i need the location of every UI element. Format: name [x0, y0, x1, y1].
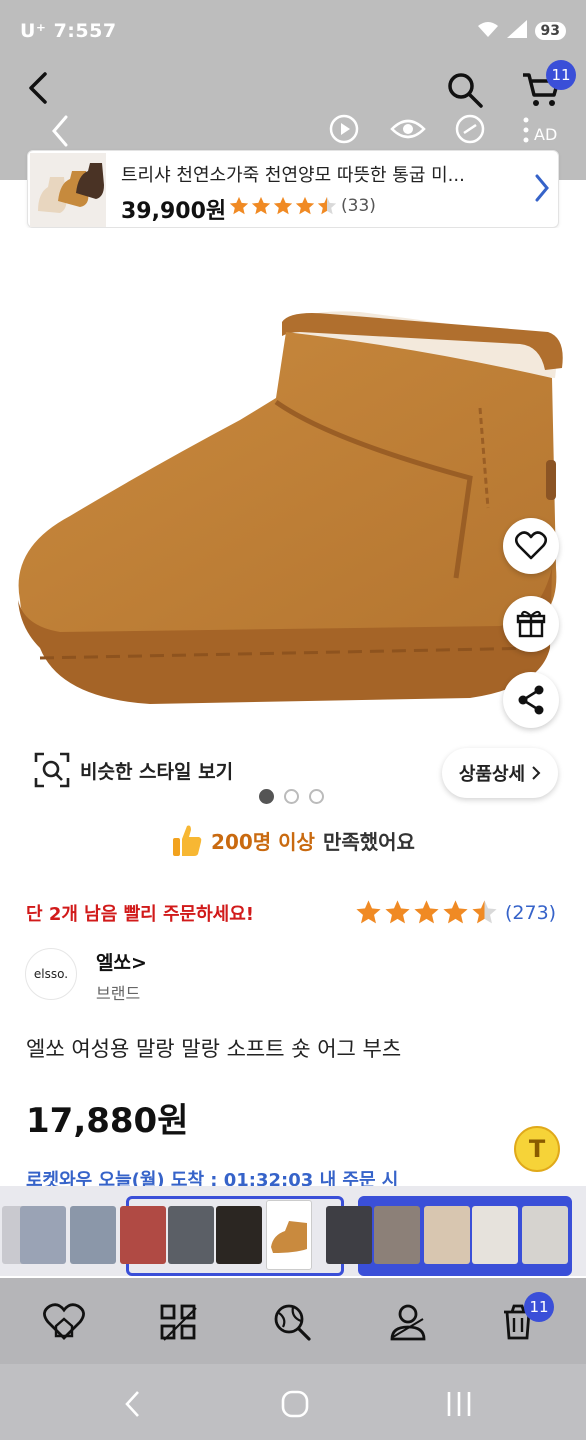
globe-search-icon [274, 1304, 311, 1341]
status-bar: U⁺ 7:557 93 [0, 0, 586, 60]
my-page-button[interactable] [386, 1300, 430, 1344]
refresh-play-icon[interactable] [327, 112, 361, 146]
gift-icon [516, 610, 546, 638]
related-product-card[interactable]: 트리샤 천연소가죽 천연양모 따뜻한 통굽 미... 39,900원 (33) [27, 150, 559, 228]
product-detail-label: 상품상세 [458, 764, 526, 785]
related-product-title: 트리샤 천연소가죽 천연양모 따뜻한 통굽 미... [121, 165, 465, 186]
trash-cart-button[interactable]: 11 [496, 1292, 554, 1344]
eye-icon[interactable] [388, 112, 428, 146]
nav-recents-icon[interactable] [437, 1382, 481, 1426]
heart-icon [515, 531, 547, 560]
recent-items-strip[interactable] [0, 1186, 586, 1276]
battery-indicator: 93 [534, 22, 566, 40]
product-image [18, 311, 563, 704]
product-image-carousel[interactable] [0, 228, 586, 788]
bottom-toolbar: 11 [0, 1278, 586, 1364]
wifi-icon [477, 20, 499, 42]
back-arrow-icon[interactable] [22, 72, 54, 104]
satisfaction-count: 200명 이상 [211, 829, 315, 854]
carousel-dot[interactable] [284, 789, 299, 804]
category-button[interactable] [156, 1300, 200, 1344]
similar-style-label: 비슷한 스타일 보기 [80, 760, 234, 783]
system-nav-bar [0, 1364, 586, 1440]
star-icon [317, 196, 337, 215]
translate-t-icon[interactable]: T [514, 1126, 560, 1172]
star-icon [295, 196, 315, 215]
strip-thumbnail[interactable] [522, 1206, 568, 1264]
overlay-back-icon[interactable] [48, 114, 72, 148]
signal-icon [506, 20, 527, 42]
star-icon [472, 900, 497, 924]
strip-thumbnail[interactable] [424, 1206, 470, 1264]
brand-logo[interactable]: elsso. [25, 948, 77, 1000]
carousel-dot[interactable] [309, 789, 324, 804]
app-screen: U⁺ 7:557 93 11 AD 트리샤 천연소가죽 천연양모 따뜻한 통굽 … [0, 0, 586, 1440]
nav-back-icon[interactable] [110, 1382, 154, 1426]
related-product-review-count: (33) [341, 196, 376, 216]
product-price: 17,880원 [26, 1101, 189, 1141]
share-button[interactable] [503, 672, 559, 728]
strip-thumbnail[interactable] [120, 1206, 166, 1264]
rating-summary[interactable]: (273) [354, 898, 556, 927]
similar-style-button[interactable]: 비슷한 스타일 보기 [34, 752, 233, 788]
carousel-dot[interactable] [259, 789, 274, 804]
star-icon [356, 900, 381, 924]
wishlist-heart-button[interactable] [503, 518, 559, 574]
nav-home-icon[interactable] [273, 1382, 317, 1426]
related-product-price: 39,900원 [121, 199, 227, 224]
share-icon [518, 685, 544, 715]
strip-thumbnail[interactable] [168, 1206, 214, 1264]
carousel-dots [259, 789, 324, 804]
star-icon [385, 900, 410, 924]
star-icon [443, 900, 468, 924]
status-icons: 93 [477, 20, 566, 42]
chevron-right-icon [532, 766, 541, 780]
ad-label: AD [534, 125, 558, 144]
brand-name-link[interactable]: 엘쏘> [96, 948, 147, 975]
user-icon [390, 1304, 426, 1341]
star-icon [229, 196, 249, 215]
related-product-thumbnail [30, 153, 106, 227]
visual-search-icon [34, 752, 70, 788]
strip-thumbnail[interactable] [326, 1206, 372, 1264]
strip-thumbnail[interactable] [70, 1206, 116, 1264]
product-detail-button[interactable]: 상품상세 [442, 748, 558, 798]
rating-stars [354, 898, 499, 927]
star-icon [414, 900, 439, 924]
satisfaction-text: 만족했어요 [322, 829, 415, 854]
status-time: U⁺ 7:557 [20, 20, 117, 42]
search-icon[interactable] [445, 70, 485, 110]
satisfaction-banner: 200명 이상 만족했어요 [0, 822, 586, 858]
strip-thumbnail[interactable] [216, 1206, 262, 1264]
heart-home-icon [43, 1303, 85, 1340]
explore-button[interactable] [270, 1300, 314, 1344]
toolbar-count-badge: 11 [524, 1292, 554, 1322]
cart-button[interactable]: 11 [520, 60, 576, 110]
related-product-stars [228, 195, 338, 217]
strip-thumbnail[interactable] [20, 1206, 66, 1264]
heart-home-button[interactable] [42, 1300, 86, 1344]
thumbs-up-icon [173, 825, 202, 856]
strip-thumbnail[interactable] [374, 1206, 420, 1264]
delivery-info: 로켓와우 오늘(월) 도착 : 01:32:03 내 주문 시 [26, 1170, 399, 1186]
stock-warning: 단 2개 남음 빨리 주문하세요! [26, 904, 254, 925]
star-icon [251, 196, 271, 215]
brand-type-label: 브랜드 [96, 984, 141, 1003]
grid-icon [160, 1304, 197, 1341]
star-icon [273, 196, 293, 215]
product-title: 엘쏘 여성용 말랑 말랑 소프트 숏 어그 부츠 [26, 1037, 402, 1061]
strip-thumbnail[interactable] [472, 1206, 518, 1264]
rating-count: (273) [505, 901, 557, 924]
gift-button[interactable] [503, 596, 559, 652]
more-vertical-icon[interactable] [522, 116, 530, 144]
chevron-right-icon [534, 173, 550, 207]
rotate-icon[interactable] [453, 112, 487, 146]
cart-count-badge: 11 [546, 60, 576, 90]
strip-thumbnail-current[interactable] [266, 1200, 312, 1270]
